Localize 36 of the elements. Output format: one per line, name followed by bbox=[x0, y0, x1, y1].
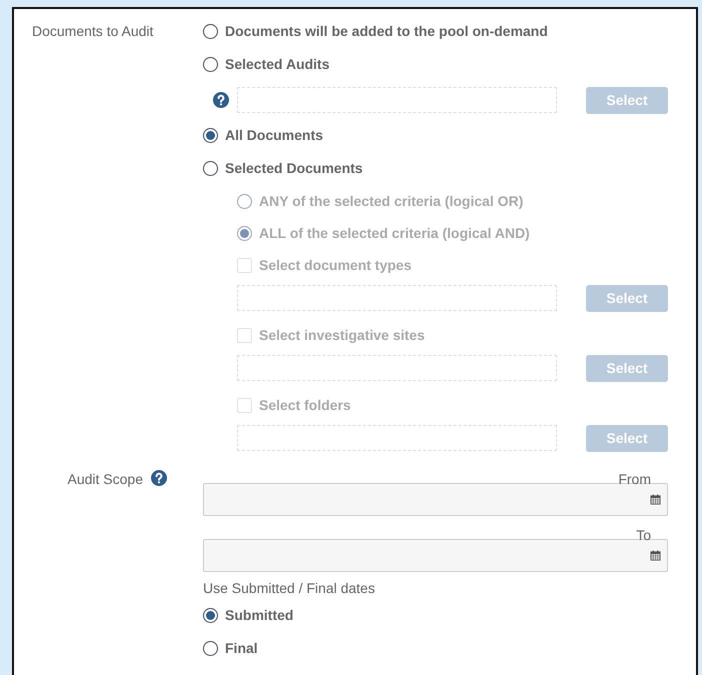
radio-button[interactable] bbox=[203, 608, 218, 622]
help-icon[interactable] bbox=[213, 92, 229, 108]
option-label: Selected Audits bbox=[225, 56, 330, 72]
select-button[interactable]: Select bbox=[586, 424, 668, 452]
option-label: ANY of the selected criteria (logical OR) bbox=[259, 193, 524, 209]
radio-button[interactable] bbox=[203, 128, 218, 142]
select-button[interactable]: Select bbox=[586, 86, 668, 114]
option-label: Documents will be added to the pool on-demand bbox=[225, 23, 548, 39]
radio-button[interactable] bbox=[203, 24, 218, 38]
selection-field[interactable] bbox=[237, 285, 557, 311]
selection-field[interactable] bbox=[237, 425, 557, 451]
field-label: To bbox=[636, 527, 651, 543]
option-label: Submitted bbox=[225, 607, 294, 623]
radio-button[interactable] bbox=[203, 640, 218, 656]
selection-field[interactable] bbox=[237, 87, 557, 113]
field-label: From bbox=[618, 471, 651, 487]
field-label: Documents to Audit bbox=[32, 22, 154, 40]
option-label: All Documents bbox=[225, 127, 324, 143]
select-button[interactable]: Select bbox=[586, 354, 668, 382]
field-label: Audit Scope bbox=[68, 470, 143, 488]
radio-button[interactable] bbox=[203, 56, 218, 72]
option-label: Selected Documents bbox=[225, 160, 363, 176]
option-label: Select document types bbox=[259, 257, 412, 273]
option-label: Select investigative sites bbox=[259, 327, 425, 343]
selection-field[interactable] bbox=[237, 355, 557, 381]
option-label: ALL of the selected criteria (logical AND) bbox=[259, 225, 530, 241]
help-icon[interactable] bbox=[151, 470, 167, 486]
calendar-icon[interactable] bbox=[650, 494, 661, 505]
option-label: Final bbox=[225, 640, 258, 656]
option-label: Select folders bbox=[259, 397, 351, 413]
field-label: Use Submitted / Final dates bbox=[203, 580, 375, 596]
date-field[interactable] bbox=[203, 483, 668, 516]
select-button[interactable]: Select bbox=[586, 284, 668, 312]
calendar-icon[interactable] bbox=[650, 550, 661, 561]
radio-button[interactable] bbox=[203, 160, 218, 176]
date-field[interactable] bbox=[203, 539, 668, 572]
